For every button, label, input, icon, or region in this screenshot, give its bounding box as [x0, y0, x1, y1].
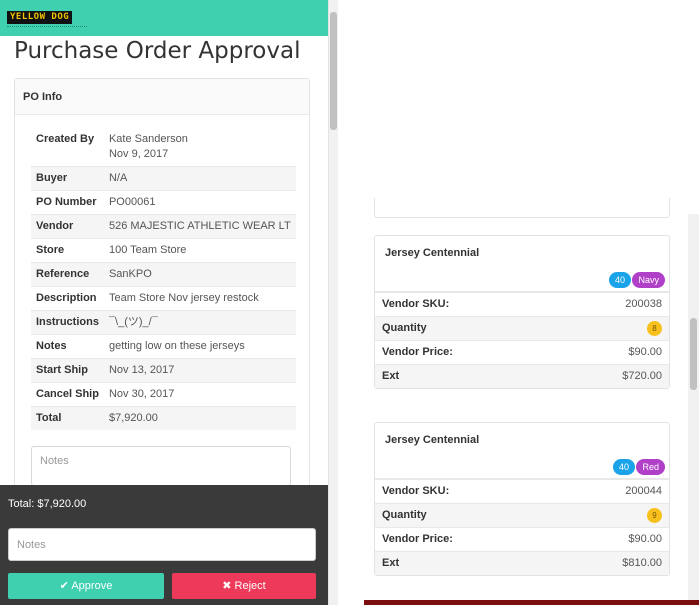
size-badge: 40	[612, 459, 635, 475]
info-row-vendor: Vendor 526 MAJESTIC ATHLETIC WEAR LT	[31, 214, 296, 239]
info-value: 526 MAJESTIC ATHLETIC WEAR LT	[103, 214, 296, 239]
info-value: getting low on these jerseys	[103, 334, 296, 359]
info-row-buyer: Buyer N/A	[31, 166, 296, 191]
row-vendor-sku: Vendor SKU: 200044	[375, 479, 669, 503]
page-title: Purchase Order Approval	[14, 38, 301, 64]
info-label: Total	[31, 406, 104, 430]
ext-value: $720.00	[622, 370, 662, 382]
info-value: Kate Sanderson Nov 9, 2017	[108, 133, 188, 160]
row-vendor-sku: Vendor SKU: 200038	[375, 292, 669, 316]
row-label: Vendor Price:	[382, 346, 453, 358]
check-icon: ✔	[59, 580, 69, 592]
info-value: Nov 30, 2017	[103, 382, 296, 407]
row-quantity: Quantity 8	[375, 316, 669, 340]
info-row-po-number: PO Number PO00061	[31, 190, 296, 215]
left-scrollbar[interactable]	[328, 0, 338, 605]
info-label: Start Ship	[31, 358, 104, 383]
approve-button[interactable]: ✔ Approve	[8, 573, 164, 599]
row-label: Vendor SKU:	[382, 298, 450, 310]
logo-underline	[7, 26, 87, 29]
info-label: Notes	[31, 334, 104, 359]
row-label: Ext	[382, 557, 400, 569]
info-value: 100 Team Store	[103, 238, 296, 263]
color-badge: Red	[636, 459, 665, 475]
info-row-description: Description Team Store Nov jersey restoc…	[31, 286, 296, 311]
info-label: Buyer	[31, 166, 104, 191]
info-row-total: Total $7,920.00	[31, 406, 296, 430]
ext-value: $810.00	[622, 557, 662, 569]
row-label: Quantity	[382, 322, 427, 334]
po-info-table: Created By Kate Sanderson Nov 9, 2017 Buy…	[31, 128, 296, 430]
info-row-cancel-ship: Cancel Ship Nov 30, 2017	[31, 382, 296, 407]
approve-label: Approve	[71, 580, 113, 592]
info-value: ¯\_(ツ)_/¯	[103, 310, 296, 335]
info-row-instructions: Instructions ¯\_(ツ)_/¯	[31, 310, 296, 335]
info-row-notes: Notes getting low on these jerseys	[31, 334, 296, 359]
right-scrollbar[interactable]	[688, 214, 699, 605]
close-icon: ✖	[222, 580, 232, 592]
line-item-header: Jersey Centennial 40 Red	[375, 423, 669, 479]
vendor-price-value: $90.00	[628, 346, 662, 358]
item-name: Jersey Centennial	[385, 247, 480, 259]
right-scrollbar-thumb[interactable]	[690, 318, 697, 390]
info-row-store: Store 100 Team Store	[31, 238, 296, 263]
top-bar: YELLOW DOG	[0, 0, 328, 36]
info-label: Instructions	[31, 310, 104, 335]
info-label: Reference	[31, 262, 104, 287]
line-items-pane: Jersey Centennial 40 Navy Vendor SKU: 20…	[364, 0, 699, 605]
reject-label: Reject	[234, 580, 266, 592]
app-logo[interactable]: YELLOW DOG	[7, 11, 73, 24]
pane-gap	[338, 0, 364, 605]
row-vendor-price: Vendor Price: $90.00	[375, 340, 669, 364]
info-value: $7,920.00	[103, 406, 296, 430]
info-row-start-ship: Start Ship Nov 13, 2017	[31, 358, 296, 383]
po-info-header: PO Info	[15, 79, 309, 115]
info-label: PO Number	[31, 190, 104, 215]
info-value: SanKPO	[103, 262, 296, 287]
row-ext: Ext $810.00	[375, 551, 669, 575]
approval-pane: YELLOW DOG Purchase Order Approval PO In…	[0, 0, 338, 605]
vendor-sku-value: 200038	[625, 298, 662, 310]
reject-button[interactable]: ✖ Reject	[172, 573, 316, 599]
info-value: N/A	[103, 166, 296, 191]
vendor-sku-value: 200044	[625, 485, 662, 497]
info-row-reference: Reference SanKPO	[31, 262, 296, 287]
quantity-badge: 9	[647, 508, 662, 523]
row-vendor-price: Vendor Price: $90.00	[375, 527, 669, 551]
row-quantity: Quantity 9	[375, 503, 669, 527]
row-ext: Ext $720.00	[375, 364, 669, 388]
po-notes-textarea[interactable]: Notes	[31, 446, 291, 486]
row-label: Vendor Price:	[382, 533, 453, 545]
line-item-card: Jersey Centennial 40 Navy Vendor SKU: 20…	[374, 235, 670, 389]
left-scrollbar-thumb[interactable]	[330, 12, 337, 130]
vendor-price-value: $90.00	[628, 533, 662, 545]
footer-notes-input[interactable]: Notes	[8, 528, 316, 561]
info-label: Store	[31, 238, 104, 263]
row-label: Ext	[382, 370, 400, 382]
bottom-accent-line	[364, 600, 699, 605]
color-badge: Navy	[632, 272, 665, 288]
info-label: Vendor	[31, 214, 104, 239]
info-value: Team Store Nov jersey restock	[103, 286, 296, 311]
info-row-created-by: Created By Kate Sanderson Nov 9, 2017	[31, 128, 296, 167]
row-label: Quantity	[382, 509, 427, 521]
approval-footer: Total: $7,920.00 Notes ✔ Approve ✖ Rejec…	[0, 485, 328, 605]
line-item-header: Jersey Centennial 40 Navy	[375, 236, 669, 292]
item-name: Jersey Centennial	[385, 434, 480, 446]
previous-item-card-edge	[374, 198, 670, 218]
info-value: PO00061	[103, 190, 296, 215]
quantity-badge: 8	[647, 321, 662, 336]
info-value: Nov 13, 2017	[103, 358, 296, 383]
line-item-card: Jersey Centennial 40 Red Vendor SKU: 200…	[374, 422, 670, 576]
size-badge: 40	[608, 272, 631, 288]
info-label: Created By	[36, 133, 95, 145]
footer-total: Total: $7,920.00	[8, 498, 87, 510]
info-label: Cancel Ship	[31, 382, 104, 407]
info-label: Description	[31, 286, 104, 311]
row-label: Vendor SKU:	[382, 485, 450, 497]
